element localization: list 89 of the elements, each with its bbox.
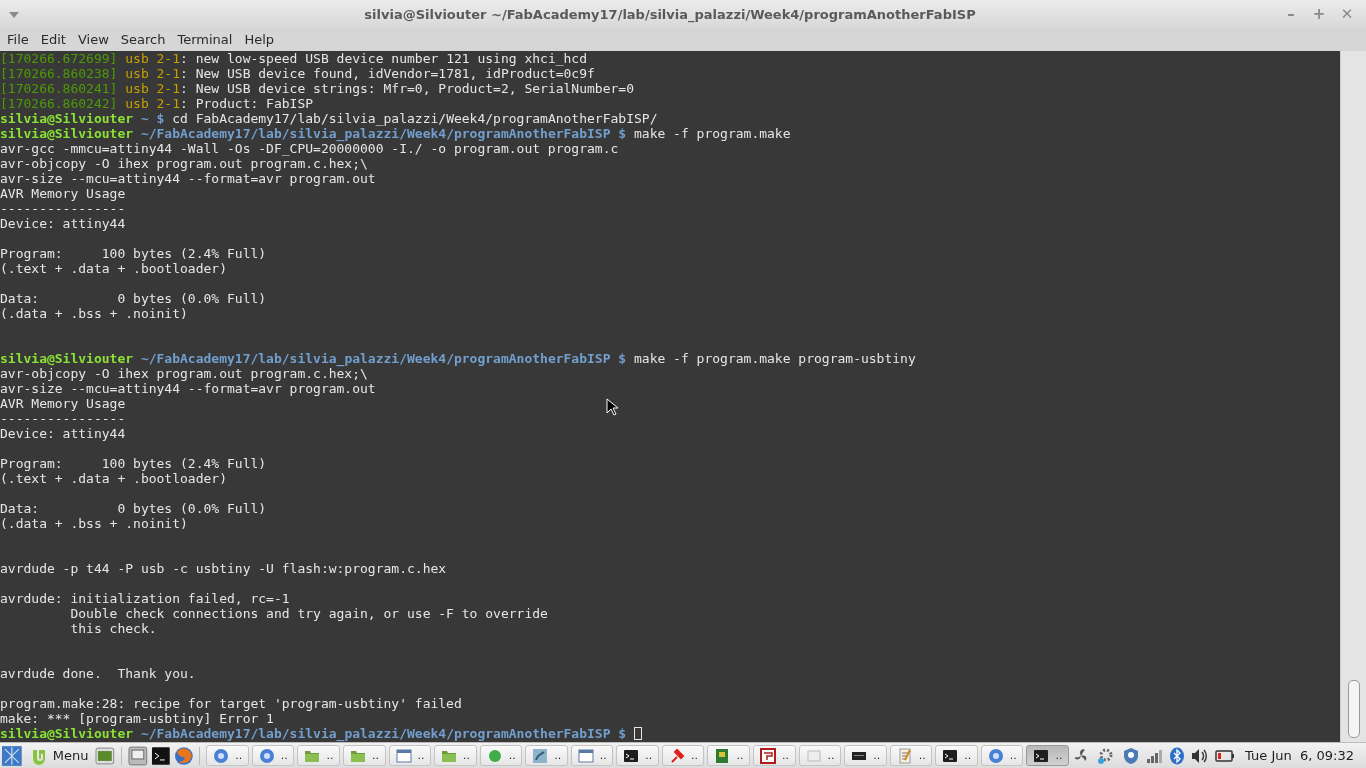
terminal-line: Data: 0 bytes (0.0% Full) xyxy=(0,291,267,306)
taskbar-window-button[interactable]: .. xyxy=(753,745,796,766)
taskbar-window-button[interactable]: .. xyxy=(251,745,295,766)
window-icon xyxy=(395,747,412,764)
bluetooth-icon[interactable] xyxy=(1169,746,1186,765)
terminal-line: silvia@Silviouter ~/FabAcademy17/lab/silvia_palazzi/Week4/programAnotherFabISP $ make -f program.make xyxy=(0,126,791,141)
terminal-line: Device: attiny44 xyxy=(0,426,126,441)
circle-icon xyxy=(987,747,1004,764)
terminal-line: avrdude done. Thank you. xyxy=(0,666,196,681)
taskbar-window-button[interactable]: .. xyxy=(935,745,978,766)
taskbar-window-button[interactable]: .. xyxy=(889,745,933,766)
terminal-line: [170266.860241] usb 2-1: New USB device strings: Mfr=0, Product=2, SerialNumber=0 xyxy=(0,81,634,96)
terminal-icon xyxy=(623,747,640,764)
circle-icon xyxy=(213,747,230,764)
terminal-line: AVR Memory Usage xyxy=(0,396,126,411)
scrollbar[interactable] xyxy=(1340,51,1366,742)
terminal-line: (.text + .data + .bootloader) xyxy=(0,261,227,276)
mint-start-icon[interactable] xyxy=(2,745,22,766)
terminal-line: avr-size --mcu=attiny44 --format=avr program.out xyxy=(0,381,376,396)
notepad-icon xyxy=(896,747,913,764)
terminal-line: avr-size --mcu=attiny44 --format=avr program.out xyxy=(0,171,376,186)
menu-item[interactable]: Terminal xyxy=(171,32,239,47)
terminal-line: [170266.672699] usb 2-1: new low-speed USB device number 121 using xhci_hcd xyxy=(0,51,588,66)
taskbar-window-button[interactable]: .. xyxy=(661,745,705,766)
taskbar-window-button[interactable]: .. xyxy=(844,745,887,766)
terminal-line: program.make:28: recipe for target 'program-usbtiny' failed xyxy=(0,696,462,711)
terminal-line: Program: 100 bytes (2.4% Full) xyxy=(0,456,267,471)
circuit-board-icon xyxy=(714,747,731,764)
window-icon xyxy=(577,747,594,764)
terminal-line: ---------------- xyxy=(0,411,126,426)
clock[interactable]: Tue Jun 6, 09:32 xyxy=(1241,748,1364,763)
battery-icon[interactable] xyxy=(1215,747,1236,764)
terminal-icon xyxy=(1033,747,1050,764)
taskbar-window-button[interactable]: .. xyxy=(388,745,432,766)
terminal-line: silvia@Silviouter ~/FabAcademy17/lab/silvia_palazzi/Week4/programAnotherFabISP $ make -f program.make program-usbtiny xyxy=(0,351,916,366)
terminal-line: [170266.860238] usb 2-1: New USB device found, idVendor=1781, idProduct=0c9f xyxy=(0,66,595,81)
terminal-line: AVR Memory Usage xyxy=(0,186,126,201)
terminal-line: silvia@Silviouter ~ $ cd FabAcademy17/lab/silvia_palazzi/Week4/programAnotherFabISP/ xyxy=(0,111,658,126)
terminal-line: Double check connections and try again, or use -F to override xyxy=(69,606,548,621)
terminal-line: silvia@Silviouter ~/FabAcademy17/lab/silvia_palazzi/Week4/programAnotherFabISP $ xyxy=(0,726,627,741)
terminal-icon[interactable] xyxy=(150,745,171,766)
terminal-line: (.text + .data + .bootloader) xyxy=(0,471,227,486)
terminal-line: this check. xyxy=(69,621,157,636)
terminal-icon xyxy=(942,747,959,764)
terminal-line: avr-objcopy -O ihex program.out program.c.hex;\ xyxy=(0,156,368,171)
terminal-line: (.data + .bss + .noinit) xyxy=(0,516,188,531)
terminal-line: (.data + .bss + .noinit) xyxy=(0,306,188,321)
taskbar-window-button[interactable]: .. xyxy=(616,745,659,766)
mouse-pointer-icon xyxy=(606,398,619,416)
circle-icon xyxy=(258,747,275,764)
menu-item[interactable]: File xyxy=(1,32,35,47)
terminal-line: [170266.860242] usb 2-1: Product: FabISP xyxy=(0,96,314,111)
text-cursor xyxy=(634,727,642,740)
window-title: silvia@Silviouter ~/FabAcademy17/lab/silvia_palazzi/Week4/programAnotherFabISP xyxy=(363,6,977,22)
menu-button[interactable]: Menu xyxy=(24,746,93,765)
taskbar-window-button[interactable]: .. xyxy=(342,745,386,766)
terminal-line: Data: 0 bytes (0.0% Full) xyxy=(0,501,267,516)
taskbar-window-button[interactable]: .. xyxy=(206,745,249,766)
taskbar-window-button[interactable]: .. xyxy=(570,745,614,766)
signal-icon[interactable] xyxy=(1146,747,1164,764)
taskbar-window-button[interactable]: .. xyxy=(525,745,568,766)
terminal-line: Program: 100 bytes (2.4% Full) xyxy=(0,246,267,261)
terminal-line: avrdude -p t44 -P usb -c usbtiny -U flash:w:program.c.hex xyxy=(0,561,447,576)
terminal-line: avrdude: initialization failed, rc=-1 xyxy=(0,591,290,606)
taskbar-window-button[interactable]: .. xyxy=(434,745,477,766)
picture-icon xyxy=(532,747,549,764)
menu-item[interactable]: View xyxy=(71,32,115,47)
menu-item[interactable]: Help xyxy=(238,32,281,47)
chart-icon xyxy=(760,747,776,764)
dropdown-arrow-icon[interactable] xyxy=(8,9,20,20)
shield-icon[interactable] xyxy=(1122,746,1141,765)
terminal-line: Device: attiny44 xyxy=(0,216,126,231)
fox-globe-icon[interactable] xyxy=(173,745,194,766)
terminal-line: ---------------- xyxy=(0,201,126,216)
menu-item[interactable]: Edit xyxy=(34,32,72,47)
terminal-line: avr-gcc -mmcu=attiny44 -Wall -Os -DF_CPU=20000000 -I./ -o program.out program.c xyxy=(0,141,619,156)
terminal-line: make: *** [program-usbtiny] Error 1 xyxy=(0,711,274,726)
taskbar-window-button[interactable]: .. xyxy=(980,745,1024,766)
taskbar-window-button[interactable]: .. xyxy=(297,745,340,766)
taskbar-window-button[interactable]: .. xyxy=(798,745,842,766)
terminal-line: avr-objcopy -O ihex program.out program.c.hex;\ xyxy=(0,366,368,381)
menu-item[interactable]: Search xyxy=(114,32,172,47)
taskbar-window-button[interactable]: .. xyxy=(707,745,750,766)
taskbar-window-button[interactable]: .. xyxy=(479,745,523,766)
circle-icon xyxy=(486,747,503,764)
window-icon xyxy=(805,747,822,764)
scrollbar-thumb[interactable] xyxy=(1347,680,1360,738)
show-desktop-icon[interactable] xyxy=(95,745,116,766)
taskbar-window-button[interactable]: .. xyxy=(1026,745,1069,766)
